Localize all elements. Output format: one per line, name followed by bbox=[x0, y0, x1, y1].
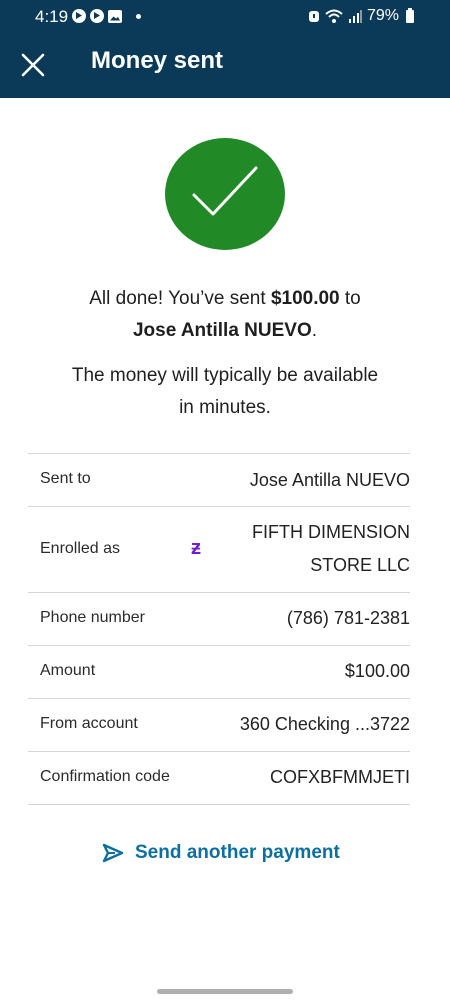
image-notification-icon bbox=[108, 9, 122, 23]
notification-icons bbox=[72, 9, 141, 23]
success-checkmark-icon bbox=[165, 138, 285, 250]
system-icons: 79% bbox=[308, 7, 414, 25]
detail-row-from-account: From account 360 Checking ...3722 bbox=[28, 698, 410, 751]
close-button[interactable] bbox=[14, 46, 52, 84]
detail-label: Sent to bbox=[40, 470, 91, 487]
detail-label: Amount bbox=[40, 662, 96, 679]
send-another-label: Send another payment bbox=[135, 842, 340, 863]
signal-icon bbox=[348, 10, 362, 23]
sent-amount: $100.00 bbox=[270, 288, 340, 309]
gesture-navigation-bar[interactable] bbox=[157, 989, 293, 994]
detail-row-confirmation-code: Confirmation code COFXBFMMJETI bbox=[28, 751, 410, 805]
app-bar: Money sent bbox=[0, 34, 450, 98]
battery-percent: 79% bbox=[366, 7, 399, 24]
detail-row-phone: Phone number (786) 781-2381 bbox=[28, 592, 410, 645]
send-another-payment-button[interactable]: Send another payment bbox=[101, 842, 340, 864]
recipient-name: Jose Antilla NUEVO bbox=[132, 320, 312, 341]
detail-value: $100.00 bbox=[344, 661, 410, 681]
status-bar: 4:19 79% bbox=[0, 0, 450, 34]
detail-label: Confirmation code bbox=[40, 768, 170, 785]
detail-value: Jose Antilla NUEVO bbox=[249, 470, 410, 490]
detail-value: COFXBFMMJETI bbox=[270, 767, 410, 787]
more-notifications-icon bbox=[136, 13, 141, 19]
header: 4:19 79% Money sent bbox=[0, 0, 450, 98]
detail-value: (786) 781-2381 bbox=[286, 608, 410, 628]
play-notification-icon bbox=[72, 9, 86, 23]
close-icon bbox=[21, 53, 45, 77]
detail-row-sent-to: Sent to Jose Antilla NUEVO bbox=[28, 453, 410, 506]
detail-value: FIFTH DIMENSION STORE LLC bbox=[252, 522, 410, 575]
battery-icon bbox=[406, 7, 414, 23]
status-time: 4:19 bbox=[35, 7, 69, 26]
detail-label: From account bbox=[40, 715, 138, 732]
page-title: Money sent bbox=[91, 47, 224, 74]
transfer-details: Sent to Jose Antilla NUEVO Enrolled as ƶ… bbox=[28, 453, 410, 805]
alarm-icon bbox=[308, 11, 319, 22]
detail-label: Phone number bbox=[40, 609, 145, 626]
send-icon bbox=[102, 843, 124, 863]
zelle-icon: ƶ bbox=[191, 537, 201, 559]
wifi-icon bbox=[325, 9, 343, 23]
detail-row-amount: Amount $100.00 bbox=[28, 645, 410, 698]
play-notification-icon bbox=[90, 9, 104, 23]
detail-value: 360 Checking ...3722 bbox=[239, 714, 410, 734]
detail-row-enrolled-as: Enrolled as ƶ FIFTH DIMENSION STORE LLC bbox=[28, 506, 410, 592]
detail-label: Enrolled as bbox=[40, 540, 121, 557]
confirmation-message: All done! You’ve sent $100.00 to Jose An… bbox=[89, 288, 361, 341]
availability-message: The money will typically be available in… bbox=[71, 365, 379, 418]
